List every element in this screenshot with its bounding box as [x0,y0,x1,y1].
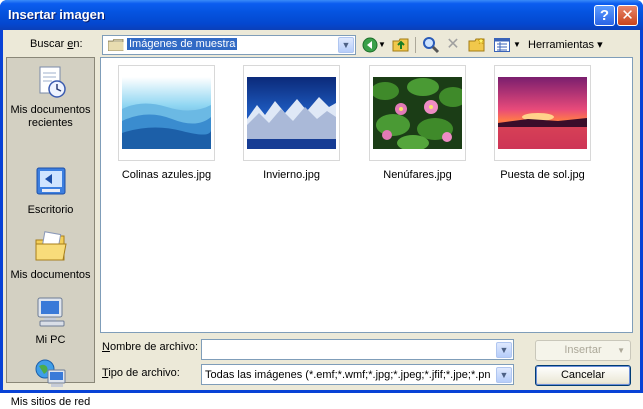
place-my-computer[interactable]: Mi PC [7,295,94,347]
recent-documents-icon [39,66,66,98]
place-label: Escritorio [27,204,74,216]
up-folder-icon[interactable] [391,35,411,55]
place-network[interactable]: Mis sitios de red [7,357,94,409]
file-name: Nenúfares.jpg [383,169,452,181]
insert-button-label: Insertar [564,344,602,356]
image-preview-sunset [498,77,587,149]
look-in-value: Imágenes de muestra [127,38,238,50]
file-thumbnail[interactable]: Nenúfares.jpg [369,65,467,181]
views-dropdown-icon[interactable]: ▼ [512,35,522,55]
file-thumbnail[interactable]: Invierno.jpg [243,65,340,181]
insert-image-dialog: Insertar imagen ? ✕ Buscar en: Imágenes … [0,0,643,408]
title-bar[interactable]: Insertar imagen ? ✕ [0,0,643,30]
toolbar-separator [415,37,416,53]
file-list[interactable]: Colinas azules.jpg Invierno.jpg Nenúfare… [100,57,633,333]
my-computer-icon [37,297,64,327]
image-preview-water-lilies [371,77,467,151]
file-thumbnail[interactable]: Puesta de sol.jpg [494,65,591,181]
place-desktop[interactable]: Escritorio [7,165,94,217]
file-name: Colinas azules.jpg [121,169,212,181]
network-places-icon [35,359,65,387]
cancel-button[interactable]: Cancelar [535,365,631,386]
file-type-dropdown[interactable]: Todas las imágenes (*.emf;*.wmf;*.jpg;*.… [201,364,514,385]
delete-icon[interactable]: ✕ [443,35,463,55]
thumbnail-frame [369,65,467,161]
place-label: Mi PC [35,334,66,346]
file-name: Invierno.jpg [263,169,320,181]
file-name: Puesta de sol.jpg [500,169,585,181]
chevron-down-icon[interactable]: ▼ [496,342,512,358]
file-thumbnail[interactable]: Colinas azules.jpg [118,65,215,181]
folder-icon [108,39,124,51]
look-in-dropdown[interactable]: Imágenes de muestra ▼ [102,35,356,55]
insert-button[interactable]: Insertar ▼ [535,340,631,361]
insert-dropdown-icon[interactable]: ▼ [617,341,625,360]
place-recent-documents[interactable]: Mis documentos recientes [7,65,94,130]
my-documents-icon [35,231,67,261]
place-my-documents[interactable]: Mis documentos [7,230,94,282]
image-preview-blue-hills [122,77,212,149]
thumbnail-frame [118,65,215,161]
chevron-down-icon[interactable]: ▼ [338,37,354,53]
file-type-label: Tipo de archivo: [102,367,180,379]
place-label: Mis documentos [10,269,91,281]
look-in-label: Buscar en: [30,38,83,50]
file-name-label: Nombre de archivo: [102,341,198,353]
image-preview-winter [247,77,336,149]
dialog-body: Buscar en: Imágenes de muestra ▼ ▼ ✕ ▼ H… [3,30,640,408]
views-icon[interactable] [492,35,512,55]
close-button[interactable]: ✕ [617,5,638,26]
back-dropdown-icon[interactable]: ▼ [377,35,387,55]
help-button[interactable]: ? [594,5,615,26]
tools-menu[interactable]: Herramientas ▾ [528,38,603,51]
thumbnail-frame [243,65,340,161]
window-title: Insertar imagen [8,7,105,22]
thumbnail-frame [494,65,591,161]
place-label: Mis documentos recientes [10,104,91,129]
place-label: Mis sitios de red [10,396,91,408]
places-bar: Mis documentos recientes Escritorio Mis … [6,57,95,408]
chevron-down-icon[interactable]: ▼ [496,367,512,383]
file-type-value: Todas las imágenes (*.emf;*.wmf;*.jpg;*.… [205,369,491,381]
new-folder-icon[interactable] [467,35,487,55]
file-name-field[interactable]: ▼ [201,339,514,360]
search-web-icon[interactable] [421,35,441,55]
desktop-icon [36,167,65,195]
